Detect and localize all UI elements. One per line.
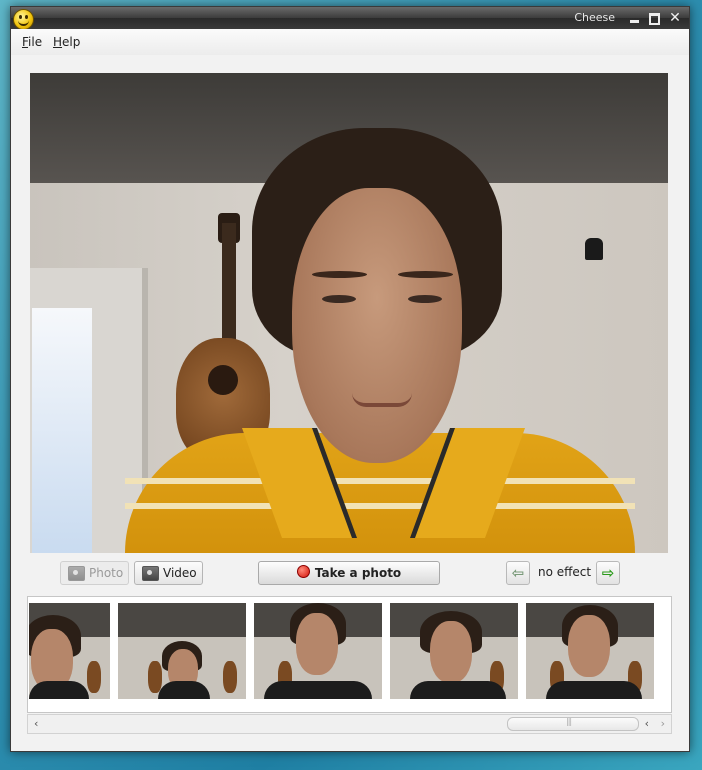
scroll-left-end-icon[interactable]: ‹ (645, 716, 649, 732)
menu-file[interactable]: File (22, 35, 42, 49)
next-effect-button[interactable]: ⇨ (596, 561, 620, 585)
thumbnail-5[interactable] (526, 603, 654, 699)
thumbnail-3[interactable] (254, 603, 382, 699)
title-bar[interactable]: Cheese ✕ (11, 7, 689, 30)
effect-label: no effect (538, 565, 592, 579)
thumbnail-4[interactable] (390, 603, 518, 699)
thumbnail-strip (27, 596, 672, 713)
thumbnail-1[interactable] (29, 603, 110, 699)
horizontal-scrollbar[interactable]: ‹ ‹ › (27, 714, 672, 734)
cheese-window: Cheese ✕ File Help Photo Video Take a ph… (10, 6, 690, 752)
record-dot-icon (296, 565, 310, 578)
minimize-icon[interactable] (627, 10, 643, 26)
menu-bar: File Help (11, 29, 689, 55)
previous-effect-button[interactable]: ⇦ (506, 561, 530, 585)
thumbnail-2[interactable] (118, 603, 246, 699)
menu-help-rest: elp (62, 35, 81, 49)
scroll-right-icon[interactable]: › (661, 716, 665, 732)
photo-mode-button[interactable]: Photo (60, 561, 130, 585)
scroll-left-icon[interactable]: ‹ (34, 716, 38, 732)
webcam-preview (30, 73, 668, 553)
take-photo-button[interactable]: Take a photo (258, 561, 440, 585)
window-title: Cheese (574, 11, 615, 24)
video-camera-icon (142, 566, 159, 581)
menu-help[interactable]: Help (53, 35, 80, 49)
close-icon[interactable]: ✕ (667, 10, 683, 26)
scrollbar-thumb[interactable] (507, 717, 639, 731)
take-photo-label: Take a photo (314, 566, 402, 580)
maximize-icon[interactable] (646, 10, 662, 26)
video-mode-label: Video (163, 566, 197, 580)
smiley-icon[interactable] (13, 9, 34, 30)
capture-controls: Photo Video Take a photo ⇦ no effect ⇨ (30, 559, 668, 589)
camera-icon (68, 566, 85, 581)
menu-file-rest: ile (28, 35, 43, 49)
photo-mode-label: Photo (89, 566, 124, 580)
video-mode-button[interactable]: Video (134, 561, 203, 585)
